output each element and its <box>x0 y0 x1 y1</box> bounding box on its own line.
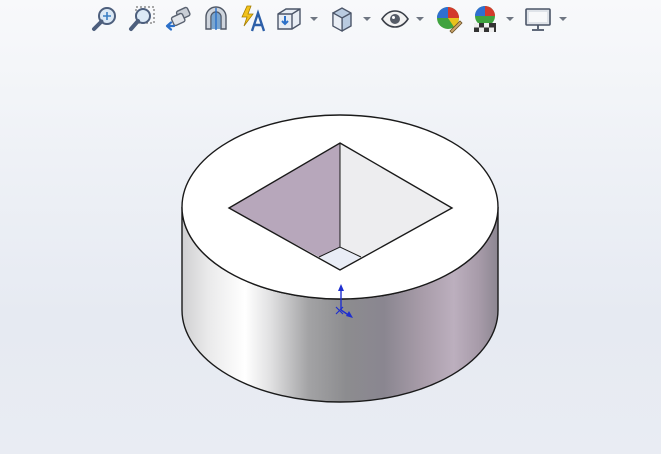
graphics-area[interactable] <box>0 0 661 454</box>
model-viewport[interactable] <box>0 0 661 454</box>
